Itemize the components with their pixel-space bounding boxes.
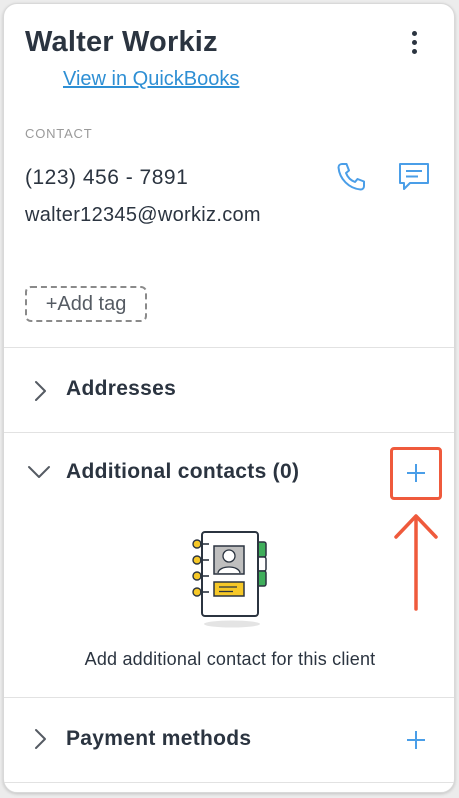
divider xyxy=(4,697,454,698)
add-tag-button[interactable]: +Add tag xyxy=(25,286,147,322)
chat-icon[interactable] xyxy=(396,159,432,195)
section-title-additional-contacts[interactable]: Additional contacts (0) xyxy=(66,460,299,484)
view-in-quickbooks-link[interactable]: View in QuickBooks xyxy=(63,68,239,91)
add-payment-method-button[interactable] xyxy=(404,728,428,752)
section-title-payment-methods[interactable]: Payment methods xyxy=(66,727,251,751)
phone-icon[interactable] xyxy=(334,160,368,194)
divider xyxy=(4,432,454,433)
chevron-right-icon[interactable] xyxy=(30,378,50,404)
chevron-right-icon[interactable] xyxy=(30,726,50,752)
client-card: Walter Workiz View in QuickBooks CONTACT… xyxy=(3,3,455,793)
email-address: walter12345@workiz.com xyxy=(25,204,261,226)
kebab-menu-icon[interactable] xyxy=(402,28,426,58)
empty-state-message: Add additional contact for this client xyxy=(84,649,376,669)
client-name: Walter Workiz xyxy=(25,26,218,58)
annotation-highlight-box xyxy=(390,447,442,500)
divider xyxy=(4,782,454,783)
arrow-up-icon xyxy=(388,509,444,613)
phone-number: (123) 456 - 7891 xyxy=(25,166,189,189)
chevron-down-icon[interactable] xyxy=(26,462,52,482)
divider xyxy=(4,347,454,348)
section-title-addresses[interactable]: Addresses xyxy=(66,377,176,401)
contact-section-label: CONTACT xyxy=(25,126,93,141)
address-book-icon xyxy=(184,526,278,630)
